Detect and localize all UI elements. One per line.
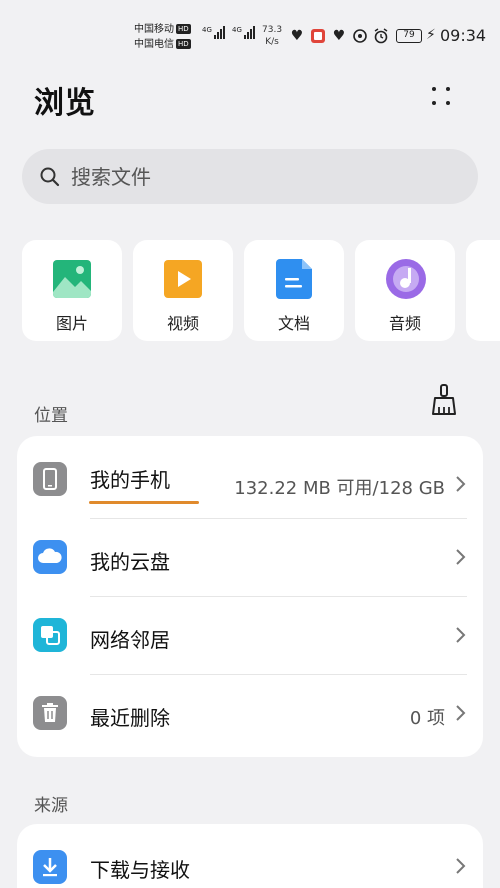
hd-badge: HD bbox=[176, 39, 191, 49]
list-item-downloads[interactable]: 下载与接收 bbox=[17, 828, 483, 888]
alarm-icon bbox=[372, 28, 390, 44]
chevron-right-icon bbox=[453, 547, 467, 567]
list-item-my-cloud[interactable]: 我的云盘 bbox=[17, 518, 483, 596]
search-bar[interactable] bbox=[22, 149, 478, 204]
document-icon bbox=[275, 259, 313, 299]
network-icon bbox=[33, 618, 67, 652]
category-documents[interactable]: 文档 bbox=[244, 240, 344, 341]
list-item-label: 下载与接收 bbox=[90, 858, 190, 882]
carrier-2: 中国电信 bbox=[134, 39, 174, 50]
battery-indicator: 79 bbox=[396, 29, 422, 43]
video-icon bbox=[164, 259, 202, 299]
trash-icon bbox=[33, 696, 67, 730]
section-label-source: 来源 bbox=[34, 796, 68, 816]
cloud-icon bbox=[33, 540, 67, 574]
charging-icon: ⚡ bbox=[426, 27, 436, 43]
phone-icon bbox=[33, 462, 67, 496]
category-more[interactable] bbox=[466, 240, 500, 341]
chevron-right-icon bbox=[453, 625, 467, 645]
carrier-info: 中国移动 HD 中国电信 HD bbox=[134, 22, 191, 52]
category-label: 图片 bbox=[55, 314, 88, 333]
clean-icon[interactable] bbox=[430, 384, 458, 416]
search-icon bbox=[39, 166, 61, 188]
section-label-location: 位置 bbox=[34, 406, 68, 426]
signal-icon: 4G bbox=[232, 26, 256, 39]
book-icon bbox=[309, 28, 327, 44]
image-icon bbox=[53, 259, 91, 299]
active-underline bbox=[89, 501, 199, 504]
category-label: 文档 bbox=[277, 314, 310, 333]
category-label: 视频 bbox=[166, 314, 199, 333]
category-images[interactable]: 图片 bbox=[22, 240, 122, 341]
clock: 09:34 bbox=[440, 26, 487, 45]
chevron-right-icon bbox=[453, 474, 467, 494]
status-bar: 中国移动 HD 中国电信 HD 4G 4G 73.3 K/s ♥ ♥ 79 ⚡ 09… bbox=[0, 0, 500, 64]
download-icon bbox=[33, 850, 67, 884]
list-item-recently-deleted[interactable]: 最近删除 0 项 bbox=[17, 674, 483, 752]
nfc-icon bbox=[351, 28, 369, 44]
chevron-right-icon bbox=[453, 856, 467, 876]
heart-rate-icon: ♥ bbox=[290, 28, 304, 44]
category-row: 图片 视频 文档 音频 bbox=[22, 240, 500, 341]
network-speed: 73.3 K/s bbox=[262, 25, 283, 47]
storage-info: 132.22 MB 可用/128 GB bbox=[234, 478, 445, 499]
search-input[interactable] bbox=[71, 164, 431, 189]
list-item-network-neighbors[interactable]: 网络邻居 bbox=[17, 596, 483, 674]
deleted-count: 0 项 bbox=[409, 708, 445, 729]
list-item-label: 最近删除 bbox=[90, 706, 170, 730]
hd-badge: HD bbox=[176, 24, 191, 34]
list-item-my-phone[interactable]: 我的手机 132.22 MB 可用/128 GB bbox=[17, 440, 483, 518]
page-title: 浏览 bbox=[34, 86, 96, 121]
heart-rate-icon: ♥ bbox=[332, 28, 346, 44]
location-list: 我的手机 132.22 MB 可用/128 GB 我的云盘 网络邻居 最近删除 … bbox=[17, 436, 483, 757]
music-icon bbox=[386, 259, 426, 299]
list-item-label: 我的云盘 bbox=[90, 550, 170, 574]
list-item-label: 网络邻居 bbox=[90, 628, 170, 652]
category-label: 音频 bbox=[388, 314, 421, 333]
category-videos[interactable]: 视频 bbox=[133, 240, 233, 341]
carrier-1: 中国移动 bbox=[134, 24, 174, 35]
chevron-right-icon bbox=[453, 703, 467, 723]
more-options-icon[interactable] bbox=[426, 82, 458, 114]
category-audio[interactable]: 音频 bbox=[355, 240, 455, 341]
signal-icon: 4G bbox=[202, 26, 226, 39]
list-item-label: 我的手机 bbox=[90, 468, 170, 492]
source-list: 下载与接收 bbox=[17, 824, 483, 888]
